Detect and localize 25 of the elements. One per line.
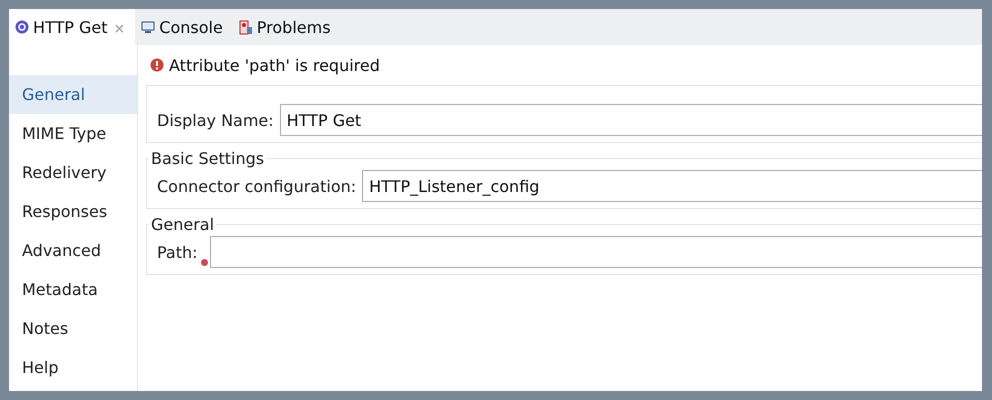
text-field[interactable]: HTTP Get [280, 104, 982, 136]
monitor-icon [141, 20, 156, 34]
sidebar-item[interactable]: Metadata [9, 270, 137, 309]
error-icon [200, 258, 208, 266]
sidebar-item[interactable]: Help [9, 348, 137, 387]
sidebar-item[interactable]: Notes [9, 309, 137, 348]
section-title: General [150, 215, 216, 234]
tab[interactable]: Console [135, 9, 233, 45]
error-icon [150, 58, 164, 72]
section-title: Basic Settings [150, 149, 266, 168]
sidebar-item[interactable]: Redelivery [9, 153, 137, 192]
field-label: Path: [157, 242, 198, 262]
text-field[interactable] [210, 236, 982, 268]
field-label: Display Name: [157, 110, 274, 130]
tab[interactable]: HTTP Get × [9, 9, 136, 45]
sidebar-item[interactable]: Responses [9, 192, 137, 231]
error-message: Attribute 'path' is required [169, 56, 380, 74]
text-field[interactable]: HTTP_Listener_config [362, 170, 982, 202]
tab[interactable]: Problems [232, 9, 341, 45]
field-label: Connector configuration: [157, 176, 356, 196]
sidebar-item[interactable]: Advanced [9, 231, 137, 270]
problems-icon [238, 20, 253, 34]
sidebar-item[interactable]: General [9, 75, 137, 114]
connector-icon [15, 20, 29, 34]
sidebar-item[interactable]: MIME Type [9, 114, 137, 153]
